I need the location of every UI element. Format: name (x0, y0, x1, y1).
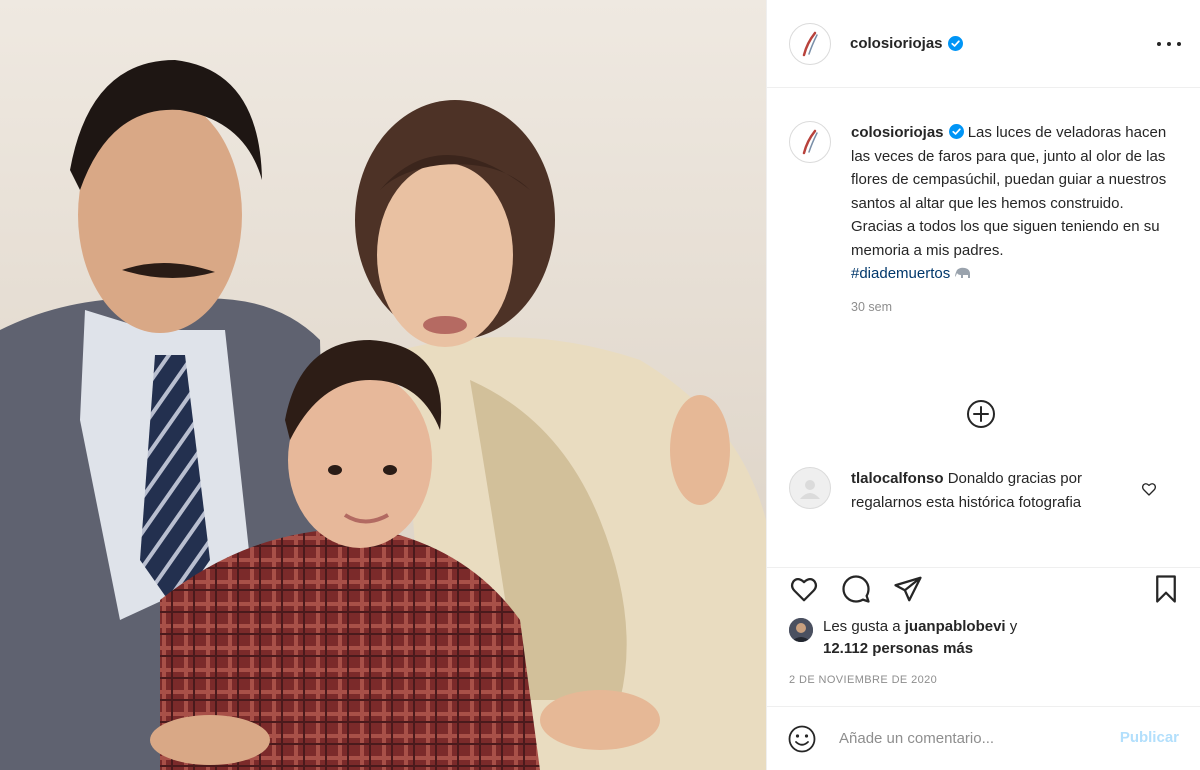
comment-avatar[interactable] (789, 467, 831, 509)
plus-circle-icon[interactable] (965, 398, 997, 430)
comment-username[interactable]: tlalocalfonso (851, 470, 944, 487)
comment-heart-icon[interactable] (1141, 481, 1157, 497)
post-caption: colosioriojas Las luces de veladoras hac… (789, 121, 1189, 319)
family-photo-illustration (0, 0, 766, 770)
add-comment-bar: Publicar (767, 706, 1200, 770)
post-side-panel: colosioriojas colosioriojas Las luces de… (766, 0, 1200, 770)
caption-timestamp[interactable]: 30 sem (851, 296, 1169, 320)
liker-avatar[interactable] (789, 618, 813, 642)
hashtag-link[interactable]: #diademuertos (851, 265, 950, 282)
more-options-icon[interactable] (1157, 34, 1181, 54)
verified-badge-icon (947, 36, 963, 51)
comments-section[interactable]: colosioriojas Las luces de veladoras hac… (767, 89, 1200, 567)
share-icon[interactable] (891, 572, 925, 606)
likes-connector: y (1009, 618, 1018, 635)
likes-text: Les gusta a juanpablobevi y 12.112 perso… (823, 616, 1017, 660)
signature-logo-icon (802, 31, 818, 56)
comment-input[interactable] (839, 730, 1069, 747)
comment-icon[interactable] (839, 572, 873, 606)
comment-body: tlalocalfonso Donaldo gracias por regala… (851, 467, 1141, 514)
account-username[interactable]: colosioriojas (850, 35, 943, 52)
caption-username[interactable]: colosioriojas (851, 124, 944, 141)
post-header: colosioriojas (767, 0, 1200, 88)
heart-icon[interactable] (787, 572, 821, 606)
caption-avatar[interactable] (789, 121, 831, 163)
elephant-icon (955, 267, 971, 278)
default-user-icon (800, 480, 820, 499)
likes-summary: Les gusta a juanpablobevi y 12.112 perso… (789, 616, 1189, 660)
user-photo-icon (789, 618, 813, 642)
action-bar (767, 567, 1200, 611)
liker-username[interactable]: juanpablobevi (905, 618, 1006, 635)
smiley-icon[interactable] (787, 724, 817, 754)
likes-count[interactable]: 12.112 personas más (823, 640, 973, 657)
publish-button[interactable]: Publicar (1120, 729, 1179, 746)
comment-item: tlalocalfonso Donaldo gracias por regala… (789, 467, 1189, 514)
caption-body: colosioriojas Las luces de veladoras hac… (851, 121, 1169, 319)
likes-prefix: Les gusta a (823, 618, 901, 635)
post-date[interactable]: 2 DE NOVIEMBRE DE 2020 (789, 674, 937, 686)
caption-text: Las luces de veladoras hacen las veces d… (851, 124, 1167, 259)
verified-badge-icon (948, 124, 964, 139)
account-avatar[interactable] (789, 22, 831, 65)
post-photo[interactable] (0, 0, 766, 770)
bookmark-icon[interactable] (1149, 572, 1183, 606)
signature-logo-icon (802, 129, 818, 155)
